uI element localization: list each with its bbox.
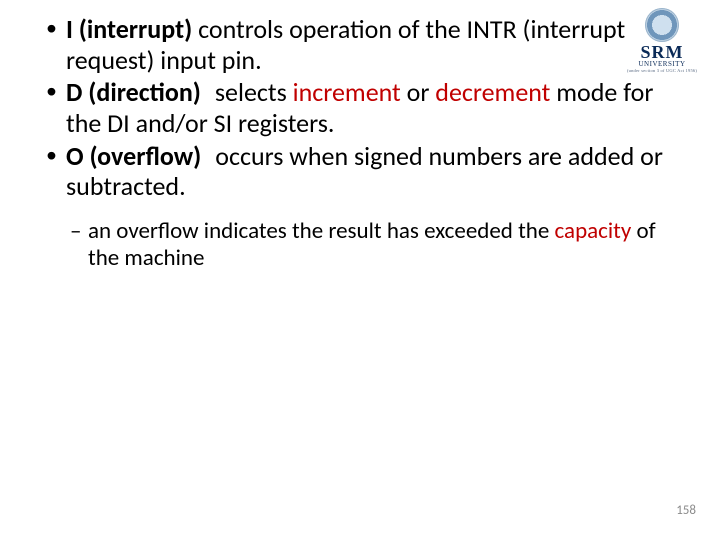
bullet-direction-bold: D (direction)	[66, 76, 201, 108]
bullet-direction-text-a: selects	[215, 76, 293, 108]
sub-bullet-overflow-note: an overflow indicates the result has exc…	[70, 218, 690, 272]
bullet-direction: D (direction) selects increment or decrem…	[46, 77, 690, 138]
bullet-overflow-bold: O (overflow)	[66, 140, 201, 172]
sub-bullet-list: an overflow indicates the result has exc…	[30, 218, 690, 272]
sub-bullet-text-a: an overflow indicates the result has exc…	[88, 217, 555, 245]
bullet-list: I (interrupt) controls operation of the …	[30, 14, 690, 202]
bullet-direction-red-decrement: decrement	[435, 76, 550, 108]
bullet-overflow: O (overflow)occurs when signed numbers a…	[46, 141, 690, 202]
page-number: 158	[676, 503, 696, 518]
bullet-interrupt-bold: I (interrupt)	[66, 13, 192, 45]
bullet-direction-red-increment: increment	[293, 76, 401, 108]
bullet-direction-text-b: or	[401, 76, 436, 108]
sub-bullet-red-capacity: capacity	[555, 217, 632, 245]
bullet-interrupt: I (interrupt) controls operation of the …	[46, 14, 690, 75]
